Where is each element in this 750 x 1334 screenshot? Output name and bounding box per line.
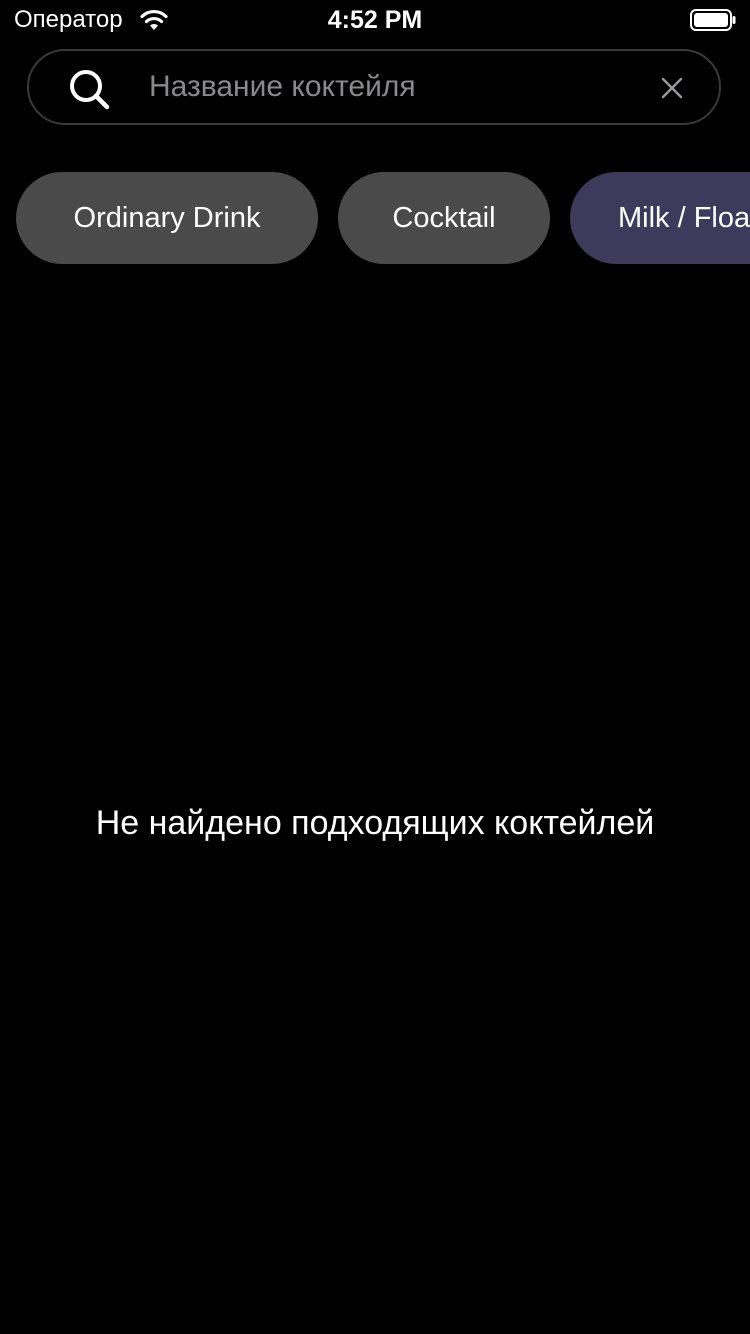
category-chip-cocktail[interactable]: Cocktail: [338, 172, 550, 264]
search-input[interactable]: [149, 61, 629, 113]
status-bar: Оператор 4:52 PM: [0, 0, 750, 40]
search-icon: [70, 70, 110, 110]
search-bar[interactable]: [27, 49, 721, 125]
category-chip-ordinary-drink[interactable]: Ordinary Drink: [16, 172, 318, 264]
clock: 4:52 PM: [327, 6, 423, 34]
category-chips: Ordinary Drink Cocktail Milk / Float / S…: [0, 172, 750, 264]
category-chip-milk-float-shake[interactable]: Milk / Float / Shake: [570, 172, 750, 264]
battery-icon: [690, 9, 736, 31]
close-icon[interactable]: [661, 77, 683, 99]
empty-state-message: Не найдено подходящих коктейлей: [95, 804, 655, 842]
